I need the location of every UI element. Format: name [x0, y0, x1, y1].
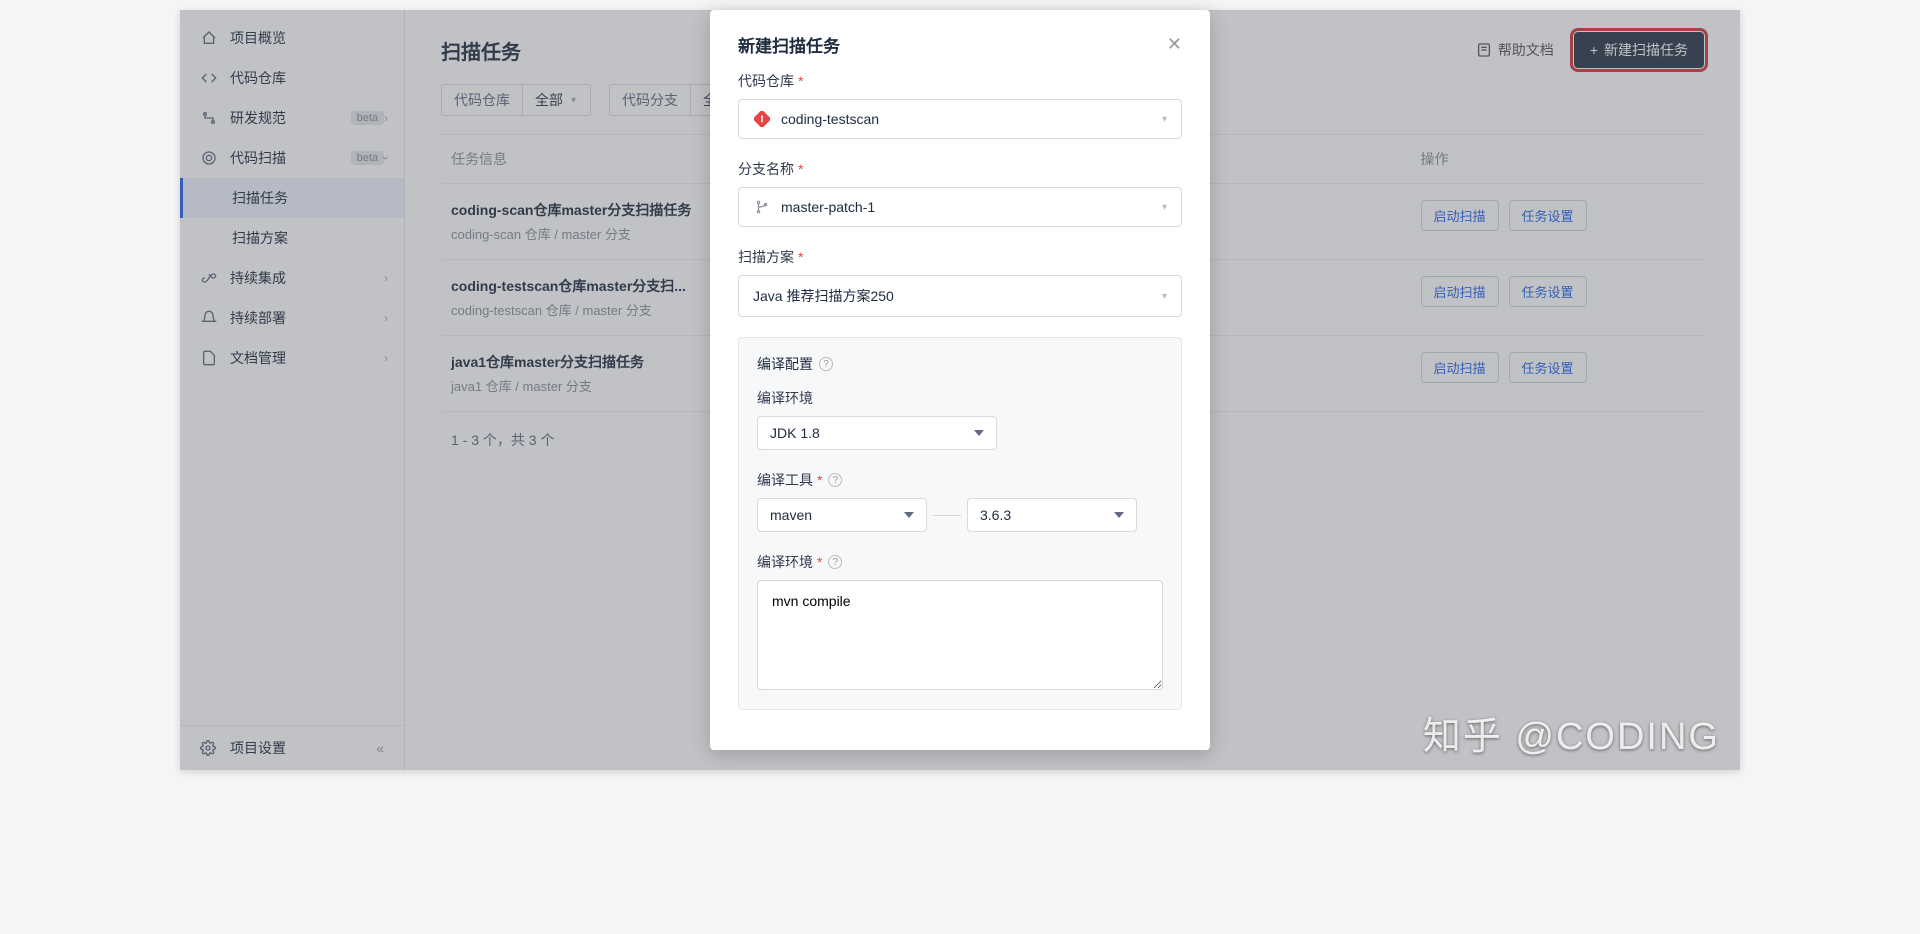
env-value: JDK 1.8 [770, 425, 820, 441]
form-group-tool: 编译工具*? maven 3.6.3 [757, 470, 1163, 532]
env-label: 编译环境 [757, 388, 1163, 408]
close-icon[interactable]: ✕ [1167, 34, 1182, 55]
env2-label: 编译环境*? [757, 552, 1163, 572]
form-group-repo: 代码仓库* coding-testscan [738, 71, 1182, 139]
help-icon[interactable]: ? [828, 473, 842, 487]
tool-select[interactable]: maven [757, 498, 927, 532]
compile-command-textarea[interactable] [757, 580, 1163, 690]
branch-icon [753, 198, 771, 216]
tool-value: maven [770, 507, 812, 523]
form-group-plan: 扫描方案* Java 推荐扫描方案250 [738, 247, 1182, 317]
separator [933, 515, 961, 516]
compile-config-box: 编译配置? 编译环境 JDK 1.8 编译工具*? maven [738, 337, 1182, 710]
new-task-modal: 新建扫描任务 ✕ 代码仓库* coding-testscan 分支名称* mas… [710, 10, 1210, 750]
git-repo-icon [753, 110, 771, 128]
env-select[interactable]: JDK 1.8 [757, 416, 997, 450]
repo-select[interactable]: coding-testscan [738, 99, 1182, 139]
help-icon[interactable]: ? [819, 357, 833, 371]
modal-title: 新建扫描任务 [738, 32, 1167, 57]
branch-select[interactable]: master-patch-1 [738, 187, 1182, 227]
branch-label: 分支名称* [738, 159, 1182, 179]
form-group-env2: 编译环境*? [757, 552, 1163, 693]
app-frame: 项目概览 代码仓库 研发规范 beta › 代码扫描 beta › 扫描任务 [180, 10, 1740, 770]
tool-version-select[interactable]: 3.6.3 [967, 498, 1137, 532]
compile-title: 编译配置? [757, 354, 1163, 374]
repo-label: 代码仓库* [738, 71, 1182, 91]
tool-version: 3.6.3 [980, 507, 1011, 523]
form-group-branch: 分支名称* master-patch-1 [738, 159, 1182, 227]
modal-backdrop[interactable]: 新建扫描任务 ✕ 代码仓库* coding-testscan 分支名称* mas… [180, 10, 1740, 770]
repo-value: coding-testscan [781, 111, 879, 127]
plan-value: Java 推荐扫描方案250 [753, 286, 894, 306]
plan-label: 扫描方案* [738, 247, 1182, 267]
tool-label: 编译工具*? [757, 470, 1163, 490]
branch-value: master-patch-1 [781, 199, 875, 215]
help-icon[interactable]: ? [828, 555, 842, 569]
form-group-env: 编译环境 JDK 1.8 [757, 388, 1163, 450]
modal-body: 代码仓库* coding-testscan 分支名称* master-patch… [710, 71, 1210, 734]
plan-select[interactable]: Java 推荐扫描方案250 [738, 275, 1182, 317]
modal-header: 新建扫描任务 ✕ [710, 10, 1210, 71]
